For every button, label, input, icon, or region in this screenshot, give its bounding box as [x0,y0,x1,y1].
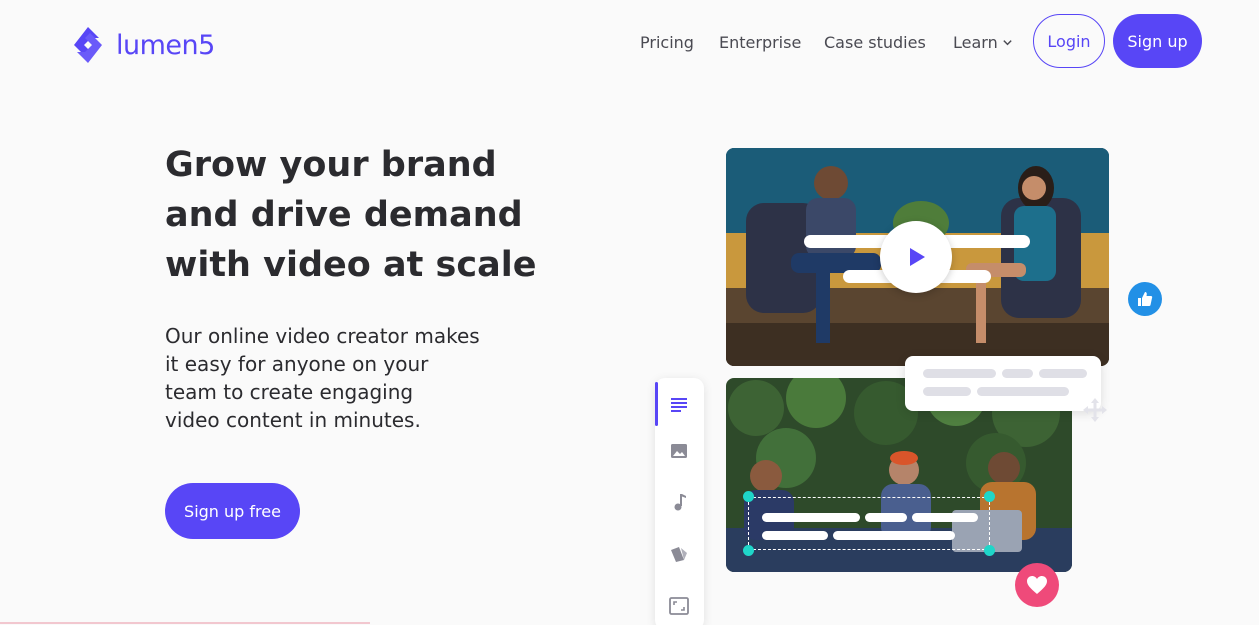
text-tool-button[interactable] [667,392,691,416]
caption-bar [912,513,978,522]
nav-link-learn-label: Learn [953,33,998,52]
move-icon [1083,398,1107,422]
text-placeholder-bar [1002,369,1033,378]
resize-handle[interactable] [984,491,995,502]
text-placeholder-bar [977,387,1069,396]
music-icon [674,494,686,511]
caption-bar [865,513,907,522]
play-button[interactable] [880,221,952,293]
text-selection-box[interactable] [748,497,990,550]
logo-text: lumen5 [116,29,215,61]
hero-title-line: and drive demand [165,195,523,235]
heart-icon [1027,576,1047,594]
chevron-down-icon [1003,40,1012,46]
divider [0,622,370,624]
hero-subtitle-line: video content in minutes. [165,408,421,432]
text-card [905,356,1101,411]
hero-subtitle: Our online video creator makes it easy f… [165,322,525,434]
hero-subtitle-line: it easy for anyone on your [165,352,429,376]
editor-toolbar [655,378,704,625]
hero-title-line: with video at scale [165,245,537,285]
resize-tool-button[interactable] [667,594,691,618]
nav-link-pricing[interactable]: Pricing [640,33,694,52]
login-button[interactable]: Login [1033,14,1105,68]
heart-badge [1015,563,1059,607]
active-tool-indicator [655,382,658,426]
image-icon [671,444,687,458]
logo[interactable]: lumen5 [68,25,215,65]
image-tool-button[interactable] [667,439,691,463]
hero-title: Grow your brand and drive demand with vi… [165,140,565,290]
style-icon [671,547,687,562]
nav-link-learn[interactable]: Learn [953,33,1013,52]
resize-handle[interactable] [743,491,754,502]
hero-subtitle-line: Our online video creator makes [165,324,480,348]
hero-subtitle-line: team to create engaging [165,380,414,404]
signup-button[interactable]: Sign up [1113,14,1202,68]
style-tool-button[interactable] [667,542,691,566]
text-placeholder-bar [1039,369,1087,378]
lumen5-logo-icon [74,27,102,63]
text-icon [671,398,687,412]
top-navigation: lumen5 Pricing Enterprise Case studies L… [0,0,1259,84]
resize-handle[interactable] [984,545,995,556]
nav-link-enterprise[interactable]: Enterprise [719,33,801,52]
caption-bar [762,531,828,540]
hero-title-line: Grow your brand [165,145,497,185]
signup-free-button[interactable]: Sign up free [165,483,300,539]
music-tool-button[interactable] [667,490,691,514]
resize-handle[interactable] [743,545,754,556]
caption-bar [762,513,860,522]
text-placeholder-bar [923,387,971,396]
thumbs-up-icon [1138,292,1153,306]
caption-bar [833,531,955,540]
nav-link-case-studies[interactable]: Case studies [824,33,926,52]
resize-icon [669,597,689,615]
text-placeholder-bar [923,369,996,378]
like-badge [1128,282,1162,316]
play-icon [910,248,925,266]
